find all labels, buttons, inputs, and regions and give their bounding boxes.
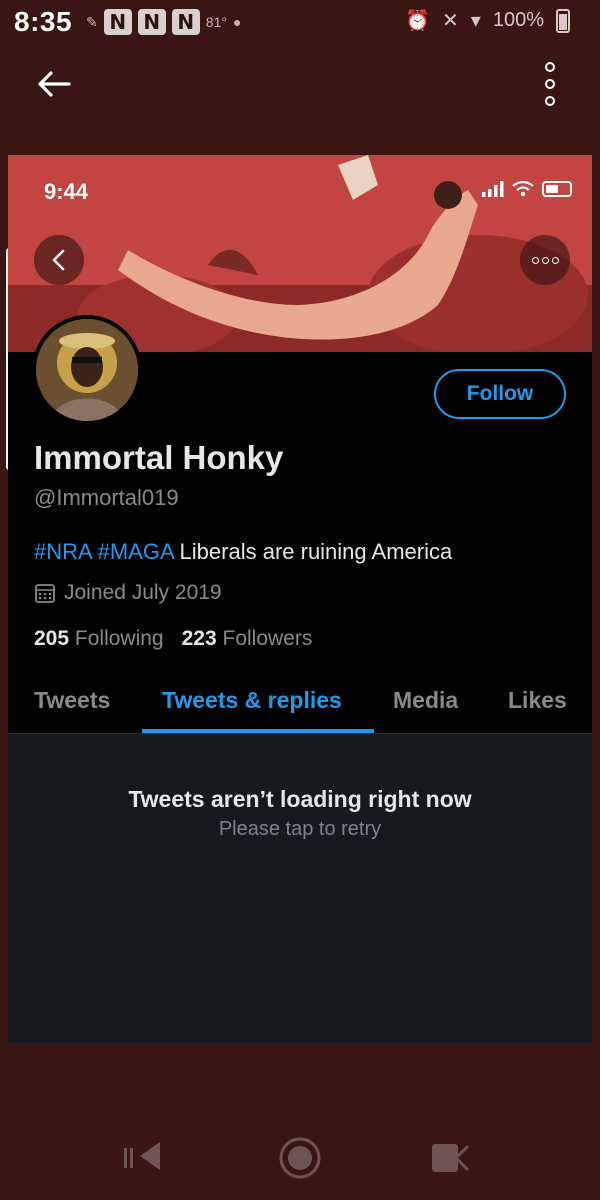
signal-icon	[482, 181, 504, 197]
followers-link[interactable]: 223 Followers	[182, 627, 313, 651]
back-nav-button[interactable]	[428, 1140, 472, 1181]
back-button[interactable]	[34, 64, 74, 104]
notification-icons: ✎ N N N 81° ●	[86, 9, 241, 35]
status-bar: 8:35 ✎ N N N 81° ● ⏰ ✕ ▾ 100%	[0, 0, 600, 44]
inner-more-button[interactable]	[520, 235, 570, 285]
profile-bio: #NRA #MAGA Liberals are ruining America	[34, 539, 452, 565]
bio-text: Liberals are ruining America	[179, 539, 453, 564]
recents-button[interactable]	[120, 1138, 168, 1179]
wifi-icon	[512, 181, 534, 197]
n-app-icon: N	[137, 9, 166, 35]
profile-handle: @Immortal019	[34, 485, 179, 510]
status-time: 8:35	[14, 6, 73, 37]
n-app-icon: N	[171, 9, 200, 35]
app-bar	[0, 50, 600, 120]
following-link[interactable]: 205 Following	[34, 627, 164, 651]
tab-tweets-replies[interactable]: Tweets & replies	[162, 687, 342, 714]
more-vertical-icon	[545, 96, 555, 106]
following-count: 205	[34, 627, 70, 650]
inner-status-icons	[482, 181, 572, 197]
battery-icon	[556, 8, 570, 33]
recents-icon	[124, 1142, 160, 1170]
arrow-left-icon	[38, 71, 71, 97]
profile-name: Immortal Honky	[34, 439, 284, 476]
following-label: Following	[74, 627, 164, 650]
n-app-icon: N	[103, 9, 132, 35]
inner-status-time: 9:44	[44, 179, 89, 204]
more-vertical-icon	[545, 79, 555, 89]
mute-icon: ✕	[442, 10, 459, 32]
more-horizontal-icon	[531, 256, 559, 264]
battery-percent: 100%	[492, 9, 544, 31]
tab-media[interactable]: Media	[393, 687, 458, 714]
chevron-left-icon	[52, 249, 65, 271]
joined-text: Joined July 2019	[64, 581, 222, 604]
more-vertical-icon	[545, 62, 555, 72]
follow-stats: 205 Following 223 Followers	[34, 627, 312, 651]
retry-link[interactable]: Please tap to retry	[8, 818, 592, 841]
tweets-feed[interactable]: Tweets aren’t loading right now Please t…	[8, 734, 592, 1043]
profile-tabs: Tweets Tweets & replies Media Likes	[8, 683, 592, 733]
battery-icon	[542, 181, 572, 197]
avatar[interactable]	[32, 315, 142, 425]
followers-label: Followers	[222, 627, 313, 650]
more-options-button[interactable]	[538, 62, 562, 106]
tab-likes[interactable]: Likes	[508, 687, 567, 714]
followers-count: 223	[181, 627, 217, 650]
dot-icon: ●	[232, 14, 242, 30]
alarm-icon: ⏰	[405, 10, 431, 32]
error-title: Tweets aren’t loading right now	[128, 786, 472, 812]
follow-button[interactable]: Follow	[434, 369, 566, 419]
hashtag-link[interactable]: #MAGA	[98, 539, 174, 564]
home-icon	[279, 1137, 321, 1179]
notification-icon: ✎	[86, 13, 98, 30]
tab-tweets[interactable]: Tweets	[34, 687, 110, 714]
calendar-icon	[35, 584, 55, 603]
temperature: 81°	[205, 14, 227, 30]
back-nav-icon	[432, 1144, 470, 1172]
joined-date: Joined July 2019	[34, 581, 222, 605]
avatar-image	[36, 319, 138, 421]
wifi-icon: ▾	[470, 10, 481, 32]
system-icons: ⏰ ✕ ▾ 100%	[405, 8, 570, 33]
inner-back-button[interactable]	[34, 235, 84, 285]
profile-screenshot[interactable]: 9:44 Follow Immortal Honky @Immortal019 …	[8, 155, 592, 1043]
system-nav-bar	[0, 1130, 600, 1190]
home-button[interactable]	[278, 1136, 322, 1185]
hashtag-link[interactable]: #NRA	[34, 539, 91, 564]
